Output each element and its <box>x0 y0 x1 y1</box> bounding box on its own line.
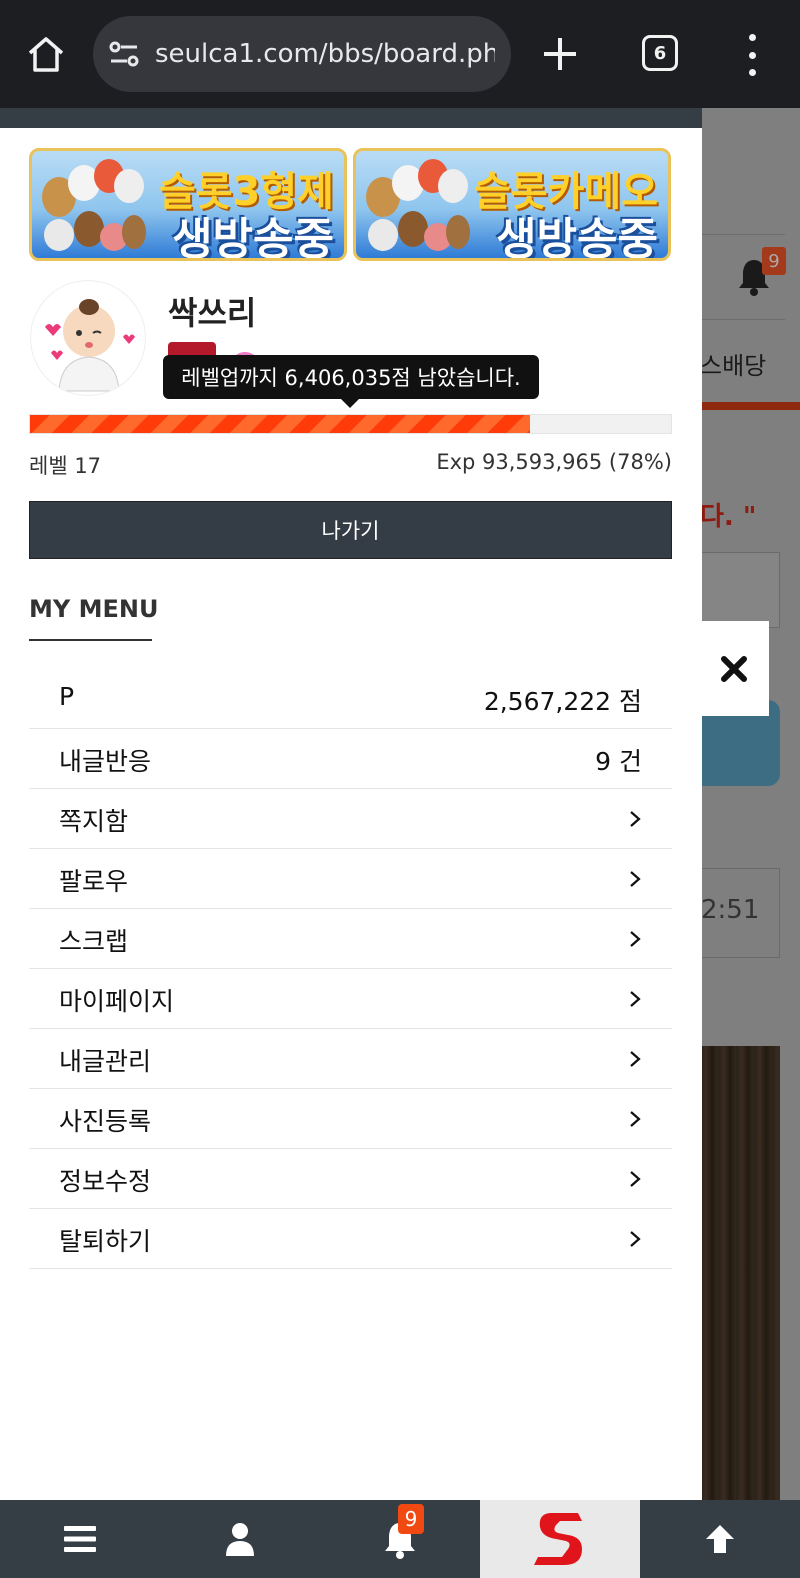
background-notification-badge: 9 <box>762 247 786 275</box>
site-info-icon[interactable] <box>107 38 141 70</box>
background-time: 2:51 <box>700 868 780 958</box>
menu-item-value: 2,567,222 점 <box>483 687 642 716</box>
browser-toolbar: seulca1.com/bbs/board.php 6 <box>0 0 800 108</box>
background-headline: 다. " <box>700 502 757 532</box>
menu-item-label: P <box>59 682 75 711</box>
notification-badge: 9 <box>398 1504 424 1534</box>
menu-item-photo-upload[interactable]: 사진등록 <box>29 1089 672 1149</box>
tab-switcher-button[interactable]: 6 <box>642 35 678 71</box>
more-options-icon[interactable] <box>740 34 764 76</box>
side-drawer: 슬롯3형제 생방송중 슬롯카메오 생방송중 싹쓰리 레벨업까지 6,406,03… <box>0 108 702 1500</box>
address-bar[interactable]: seulca1.com/bbs/board.php <box>93 16 511 92</box>
exp-progress-fill <box>30 415 530 433</box>
site-logo-button[interactable] <box>480 1500 640 1578</box>
menu-item-reactions[interactable]: 내글반응 9 건 <box>29 729 672 789</box>
chevron-right-icon <box>630 1111 641 1127</box>
chevron-right-icon <box>630 871 641 887</box>
menu-item-label: 쪽지함 <box>59 807 129 836</box>
background-photo <box>700 1046 780 1500</box>
banner-1-subtitle: 생방송중 <box>172 214 334 261</box>
menu-item-label: 내글관리 <box>59 1047 152 1076</box>
site-logo-icon <box>534 1513 582 1565</box>
new-tab-icon[interactable] <box>540 34 580 74</box>
close-icon <box>720 655 747 682</box>
menu-item-label: 탈퇴하기 <box>59 1227 152 1256</box>
chevron-right-icon <box>630 991 641 1007</box>
chevron-right-icon <box>630 1051 641 1067</box>
menu-item-points[interactable]: P 2,567,222 점 <box>29 669 672 729</box>
menu-item-label: 내글반응 <box>59 747 152 776</box>
menu-item-messages[interactable]: 쪽지함 <box>29 789 672 849</box>
menu-item-label: 팔로우 <box>59 867 129 896</box>
my-menu-underline <box>29 639 152 641</box>
menu-item-follow[interactable]: 팔로우 <box>29 849 672 909</box>
profile-button[interactable] <box>160 1500 320 1578</box>
menu-item-withdraw[interactable]: 탈퇴하기 <box>29 1209 672 1269</box>
chevron-right-icon <box>630 931 641 947</box>
menu-item-edit-info[interactable]: 정보수정 <box>29 1149 672 1209</box>
background-nav-text: 스배당 <box>700 352 767 380</box>
chevron-right-icon <box>630 1231 641 1247</box>
menu-item-label: 스크랩 <box>59 927 129 956</box>
logout-button[interactable]: 나가기 <box>29 501 672 559</box>
menu-item-scrap[interactable]: 스크랩 <box>29 909 672 969</box>
avatar[interactable] <box>30 280 146 396</box>
menu-item-label: 사진등록 <box>59 1107 152 1136</box>
exp-progress-bar <box>29 414 672 434</box>
exp-label: Exp 93,593,965 (78%) <box>436 450 672 474</box>
menu-item-my-posts[interactable]: 내글관리 <box>29 1029 672 1089</box>
scroll-top-button[interactable] <box>640 1500 800 1578</box>
character-illustration <box>38 159 146 258</box>
url-text: seulca1.com/bbs/board.php <box>155 39 495 69</box>
username: 싹쓰리 <box>168 294 257 332</box>
character-illustration <box>362 159 470 258</box>
menu-button[interactable] <box>0 1500 160 1578</box>
hamburger-menu-icon <box>64 1526 96 1552</box>
live-banner-2[interactable]: 슬롯카메오 생방송중 <box>353 148 671 261</box>
banner-2-subtitle: 생방송중 <box>496 214 658 261</box>
menu-item-mypage[interactable]: 마이페이지 <box>29 969 672 1029</box>
background-box <box>700 552 780 628</box>
menu-item-label: 마이페이지 <box>59 987 175 1016</box>
home-icon[interactable] <box>20 30 72 78</box>
chevron-right-icon <box>630 1171 641 1187</box>
close-drawer-button[interactable] <box>698 621 769 716</box>
level-label: 레벨 17 <box>29 454 102 478</box>
user-icon <box>226 1523 254 1556</box>
arrow-up-icon <box>706 1525 734 1553</box>
background-divider <box>700 402 800 410</box>
chevron-right-icon <box>630 811 641 827</box>
live-banner-1[interactable]: 슬롯3형제 생방송중 <box>29 148 347 261</box>
menu-item-label: 정보수정 <box>59 1167 152 1196</box>
tooltip-arrow <box>341 399 359 408</box>
my-menu-list: P 2,567,222 점 내글반응 9 건 쪽지함 팔로우 스크랩 마이페이지… <box>29 669 672 1269</box>
baby-avatar-icon <box>45 299 135 392</box>
my-menu-title: MY MENU <box>29 595 159 623</box>
drawer-top-bar <box>0 108 702 128</box>
menu-item-value: 9 건 <box>595 747 642 776</box>
levelup-tooltip: 레벨업까지 6,406,035점 남았습니다. <box>163 355 539 399</box>
